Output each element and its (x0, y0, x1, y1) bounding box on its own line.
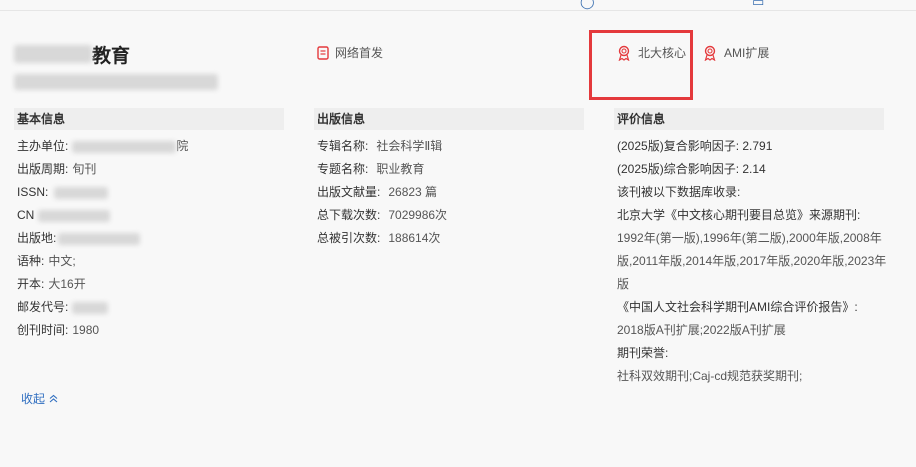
pku-source-title: 北京大学《中文核心期刊要目总览》来源期刊: (617, 208, 861, 222)
founded-value: 1980 (72, 323, 100, 337)
publish-info-list: 专辑名称: 社会科学Ⅱ辑 专题名称: 职业教育 出版文献量: 26823 篇 总… (317, 135, 447, 250)
highlight-box (589, 30, 693, 100)
sponsor-tail: 院 (176, 139, 189, 153)
ami-report-title: 《中国人文社会科学期刊AMI综合评价报告》: (617, 300, 858, 314)
series-label: 专辑名称: (317, 139, 369, 153)
collapse-link[interactable]: 收起 (21, 390, 58, 407)
redacted-issn (54, 186, 109, 199)
founded-row: 创刊时间: 1980 (17, 319, 188, 342)
badge-online-first: 网络首发 (317, 44, 383, 61)
top-divider (0, 10, 916, 11)
honors-value: 社科双效期刊;Caj-cd规范获奖期刊; (617, 369, 803, 383)
series-row: 专辑名称: 社会科学Ⅱ辑 (317, 135, 447, 158)
journal-name-suffix: 教育 (92, 45, 131, 67)
docs-label: 出版文献量: (317, 185, 381, 199)
postal-row: 邮发代号: (17, 296, 188, 319)
topic-label: 专题名称: (317, 162, 369, 176)
section-publish-info: 出版信息 (314, 108, 584, 130)
format-value: 大16开 (48, 277, 86, 291)
redacted-subtitle (14, 74, 218, 90)
language-row: 语种: 中文; (17, 250, 188, 273)
evaluation-info-list: (2025版)复合影响因子: 2.791 (2025版)综合影响因子: 2.14… (617, 135, 889, 388)
badge-ami-extension: AMI扩展 (702, 44, 769, 61)
section-basic-info: 基本信息 (14, 108, 284, 130)
document-icon (317, 45, 329, 60)
section-evaluation-info: 评价信息 (614, 108, 884, 130)
redacted-sponsor (72, 140, 177, 153)
downloads-value: 7029986次 (388, 208, 448, 222)
downloads-row: 总下载次数: 7029986次 (317, 204, 447, 227)
format-label: 开本: (17, 277, 45, 291)
topic-value: 职业教育 (376, 162, 425, 176)
cn-row: CN (17, 204, 188, 227)
basic-info-list: 主办单位: 院 出版周期: 旬刊 ISSN: CN 出版地: 语种: 中文; 开… (17, 135, 188, 342)
period-row: 出版周期: 旬刊 (17, 158, 188, 181)
founded-label: 创刊时间: (17, 323, 69, 337)
honors-title: 期刊荣誉: (617, 346, 669, 360)
citations-value: 188614次 (388, 231, 441, 245)
badge-label: AMI扩展 (724, 46, 770, 60)
downloads-label: 总下载次数: (317, 208, 381, 222)
comprehensive-if-row: (2025版)综合影响因子: 2.14 (617, 162, 766, 176)
redacted-postal-code (72, 301, 109, 314)
topic-row: 专题名称: 职业教育 (317, 158, 447, 181)
badge-label: 网络首发 (335, 46, 384, 60)
format-row: 开本: 大16开 (17, 273, 188, 296)
language-label: 语种: (17, 254, 45, 268)
redacted-journal-name (14, 45, 92, 63)
collapse-label: 收起 (21, 392, 46, 406)
period-value: 旬刊 (72, 162, 97, 176)
compound-if-row: (2025版)复合影响因子: 2.791 (617, 139, 773, 153)
place-label: 出版地: (17, 231, 57, 245)
place-row: 出版地: (17, 227, 188, 250)
sponsor-row: 主办单位: 院 (17, 135, 188, 158)
cn-label: CN (17, 208, 35, 222)
postal-label: 邮发代号: (17, 300, 69, 314)
redacted-place (58, 232, 141, 245)
redacted-cn (38, 209, 111, 222)
language-value: 中文; (48, 254, 76, 268)
period-label: 出版周期: (17, 162, 69, 176)
issn-label: ISSN: (17, 185, 49, 199)
award-ribbon-icon (702, 45, 718, 61)
sponsor-label: 主办单位: (17, 139, 69, 153)
double-chevron-up-icon (49, 392, 58, 406)
pku-source-years: 1992年(第一版),1996年(第二版),2000年版,2008年版,2011… (617, 231, 887, 291)
citations-label: 总被引次数: (317, 231, 381, 245)
docs-value: 26823 篇 (388, 185, 438, 199)
series-value: 社会科学Ⅱ辑 (376, 139, 443, 153)
citations-row: 总被引次数: 188614次 (317, 227, 447, 250)
docs-row: 出版文献量: 26823 篇 (317, 181, 447, 204)
page-title: 教育 (14, 40, 130, 68)
indexed-intro: 该刊被以下数据库收录: (617, 185, 741, 199)
issn-row: ISSN: (17, 181, 188, 204)
ami-report-years: 2018版A刊扩展;2022版A刊扩展 (617, 323, 786, 337)
